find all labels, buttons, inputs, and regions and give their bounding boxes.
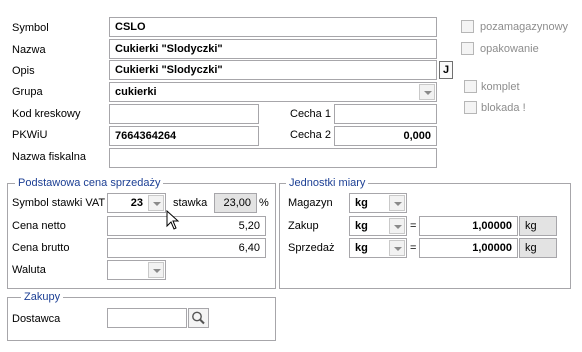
- chevron-down-icon[interactable]: [148, 195, 164, 211]
- dostawca-label: Dostawca: [12, 313, 61, 325]
- netto-field[interactable]: 5,20: [107, 216, 266, 236]
- mouse-cursor-icon: [166, 210, 180, 230]
- nazwa-field[interactable]: Cukierki "Slodyczki": [109, 39, 437, 59]
- nazwa-label: Nazwa: [12, 44, 46, 56]
- cecha2-field[interactable]: 0,000: [334, 126, 437, 146]
- nazwa-fiskalna-field[interactable]: [109, 148, 437, 168]
- purchases-group-title: Zakupy: [21, 291, 64, 304]
- sprzedaz-select[interactable]: kg: [349, 238, 407, 258]
- vat-select[interactable]: 23: [107, 193, 166, 213]
- magazyn-value: kg: [355, 197, 368, 209]
- grupa-label: Grupa: [12, 86, 43, 98]
- komplet-label: komplet: [481, 81, 520, 93]
- komplet-checkbox[interactable]: [464, 80, 477, 93]
- brutto-label: Cena brutto: [12, 242, 70, 254]
- sprzedaz-equals: =: [410, 242, 417, 254]
- symbol-label: Symbol: [12, 22, 49, 34]
- vat-label: Symbol stawki VAT: [12, 197, 106, 209]
- chevron-down-icon[interactable]: [419, 84, 435, 100]
- chevron-down-icon[interactable]: [389, 240, 405, 256]
- dostawca-field[interactable]: [107, 308, 187, 328]
- grupa-select[interactable]: cukierki: [109, 82, 437, 102]
- opakowanie-label: opakowanie: [480, 43, 539, 55]
- pkwiu-field[interactable]: 7664364264: [109, 126, 259, 146]
- stawka-label: stawka: [173, 197, 208, 209]
- zakup-factor-field[interactable]: 1,00000: [419, 216, 518, 236]
- chevron-down-icon[interactable]: [148, 262, 164, 278]
- vat-value: 23: [130, 197, 143, 209]
- pozamagazynowy-checkbox[interactable]: [461, 20, 474, 33]
- j-button[interactable]: J: [439, 61, 453, 79]
- search-icon: [192, 311, 205, 325]
- opis-label: Opis: [12, 65, 35, 77]
- kod-kreskowy-label: Kod kreskowy: [12, 108, 81, 120]
- sprzedaz-label: Sprzedaż: [288, 242, 335, 254]
- cecha2-label: Cecha 2: [290, 129, 331, 141]
- percent-label: %: [259, 197, 269, 209]
- pozamagazynowy-label: pozamagazynowy: [480, 21, 569, 33]
- sprzedaz-value: kg: [355, 242, 368, 254]
- netto-label: Cena netto: [12, 220, 66, 232]
- kod-kreskowy-field[interactable]: [109, 104, 259, 124]
- brutto-field[interactable]: 6,40: [107, 238, 266, 258]
- chevron-down-icon[interactable]: [389, 218, 405, 234]
- zakup-value: kg: [355, 220, 368, 232]
- opakowanie-checkbox[interactable]: [461, 42, 474, 55]
- magazyn-label: Magazyn: [288, 197, 333, 209]
- symbol-field[interactable]: CSLO: [109, 17, 437, 37]
- sprzedaz-unit: kg: [519, 238, 557, 258]
- pkwiu-label: PKWiU: [12, 129, 48, 141]
- grupa-value: cukierki: [115, 86, 157, 98]
- cecha1-label: Cecha 1: [290, 108, 331, 120]
- zakup-unit: kg: [519, 216, 557, 236]
- waluta-label: Waluta: [12, 264, 46, 276]
- zakup-equals: =: [410, 220, 417, 232]
- zakup-select[interactable]: kg: [349, 216, 407, 236]
- cecha1-field[interactable]: [334, 104, 437, 124]
- chevron-down-icon[interactable]: [389, 195, 405, 211]
- waluta-select[interactable]: [107, 260, 166, 280]
- zakup-label: Zakup: [288, 220, 319, 232]
- blokada-checkbox[interactable]: [464, 101, 477, 114]
- units-group-title: Jednostki miary: [286, 177, 369, 190]
- magazyn-select[interactable]: kg: [349, 193, 407, 213]
- price-group-title: Podstawowa cena sprzedaży: [15, 177, 164, 190]
- opis-field[interactable]: Cukierki "Slodyczki": [109, 60, 437, 80]
- blokada-label: blokada !: [481, 102, 526, 114]
- nazwa-fiskalna-label: Nazwa fiskalna: [12, 151, 86, 163]
- dostawca-search-button[interactable]: [188, 308, 209, 328]
- stawka-field: 23,00: [214, 193, 257, 213]
- sprzedaz-factor-field[interactable]: 1,00000: [419, 238, 518, 258]
